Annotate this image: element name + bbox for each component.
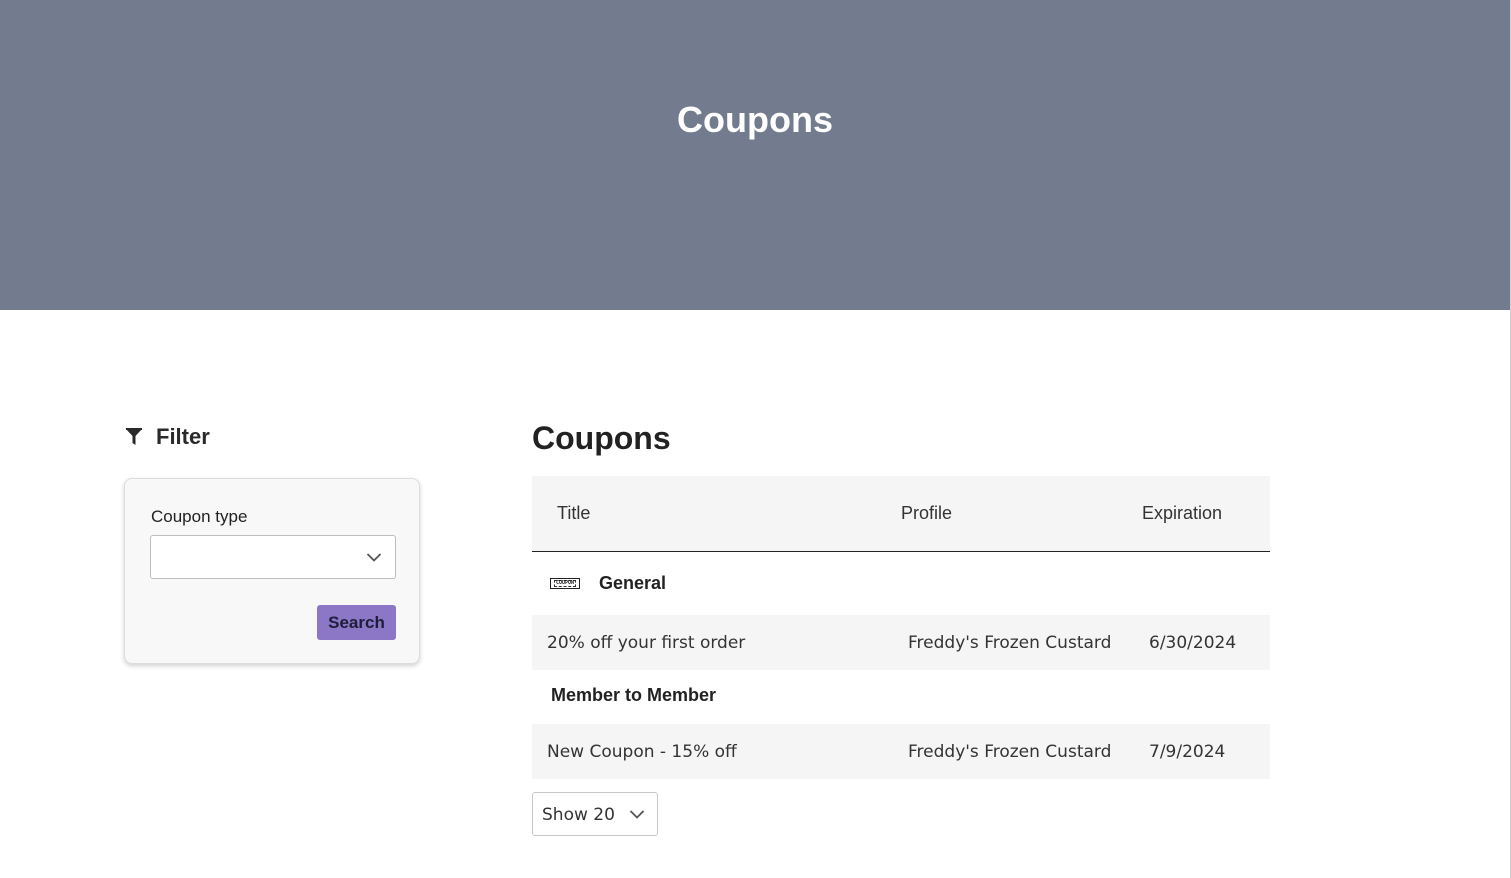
search-button[interactable]: Search: [317, 605, 396, 640]
filter-panel: Coupon type Search: [124, 478, 420, 664]
group-row-general: COUPON General: [532, 552, 1270, 615]
group-row-member-to-member: Member to Member: [532, 670, 1270, 724]
group-name: General: [599, 573, 667, 593]
coupons-table: Title Profile Expiration COUPON General …: [532, 476, 1270, 779]
hero-banner: Coupons: [0, 0, 1510, 310]
coupon-expiration: 6/30/2024: [1149, 633, 1237, 653]
page-size-value: Show 20: [542, 805, 615, 825]
coupon-expiration: 7/9/2024: [1149, 742, 1226, 762]
coupon-profile: Freddy's Frozen Custard: [908, 742, 1112, 762]
table-row[interactable]: 20% off your first order Freddy's Frozen…: [532, 615, 1270, 670]
chevron-down-icon: [629, 807, 645, 825]
group-name: Member to Member: [551, 685, 717, 705]
coupon-title[interactable]: New Coupon - 15% off: [547, 742, 737, 762]
coupons-heading: Coupons: [532, 420, 671, 456]
table-row[interactable]: New Coupon - 15% off Freddy's Frozen Cus…: [532, 724, 1270, 779]
coupon-type-label: Coupon type: [151, 507, 248, 526]
page-size-select[interactable]: Show 20: [532, 792, 658, 836]
column-header-profile[interactable]: Profile: [901, 503, 952, 524]
coupon-title[interactable]: 20% off your first order: [547, 633, 745, 653]
chevron-down-icon: [366, 550, 382, 568]
page-title: Coupons: [677, 99, 833, 140]
table-header: Title Profile Expiration: [532, 476, 1270, 552]
column-header-title[interactable]: Title: [557, 503, 590, 524]
coupon-icon: COUPON: [550, 578, 580, 589]
coupon-profile: Freddy's Frozen Custard: [908, 633, 1112, 653]
filter-icon: [125, 427, 143, 447]
filter-title: Filter: [156, 424, 210, 449]
column-header-expiration[interactable]: Expiration: [1142, 503, 1222, 524]
coupon-type-select[interactable]: [150, 535, 396, 579]
filter-header: Filter: [125, 424, 210, 450]
